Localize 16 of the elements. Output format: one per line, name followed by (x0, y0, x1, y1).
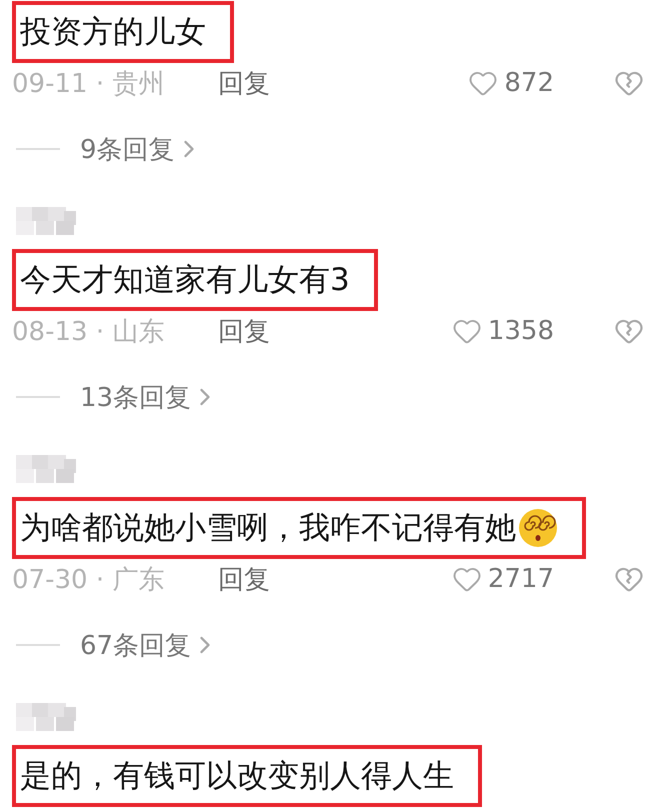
comment-text: 为啥都说她小雪咧，我咋不记得有她 (20, 509, 516, 548)
view-replies-link[interactable]: 67条回复 (80, 628, 192, 662)
comment-text: 投资方的儿女 (20, 13, 206, 52)
comment-date-location: 09-11 · 贵州 (12, 68, 166, 100)
reply-link[interactable]: 回复 (218, 562, 270, 596)
view-replies-link[interactable]: 13条回复 (80, 380, 192, 414)
view-replies-link[interactable]: 9条回复 (80, 132, 175, 166)
reply-link[interactable]: 回复 (218, 66, 270, 100)
like-count: 1358 (488, 316, 554, 346)
comment-date-location: 08-13 · 山东 (12, 316, 166, 348)
like-count: 2717 (488, 564, 554, 594)
comment-text: 是的，有钱可以改变别人得人生 (20, 757, 454, 796)
comment-text: 今天才知道家有儿女有3 (20, 261, 350, 300)
comment-date-location: 07-30 · 广东 (12, 564, 166, 596)
like-count: 872 (504, 68, 554, 98)
reply-link[interactable]: 回复 (218, 314, 270, 348)
